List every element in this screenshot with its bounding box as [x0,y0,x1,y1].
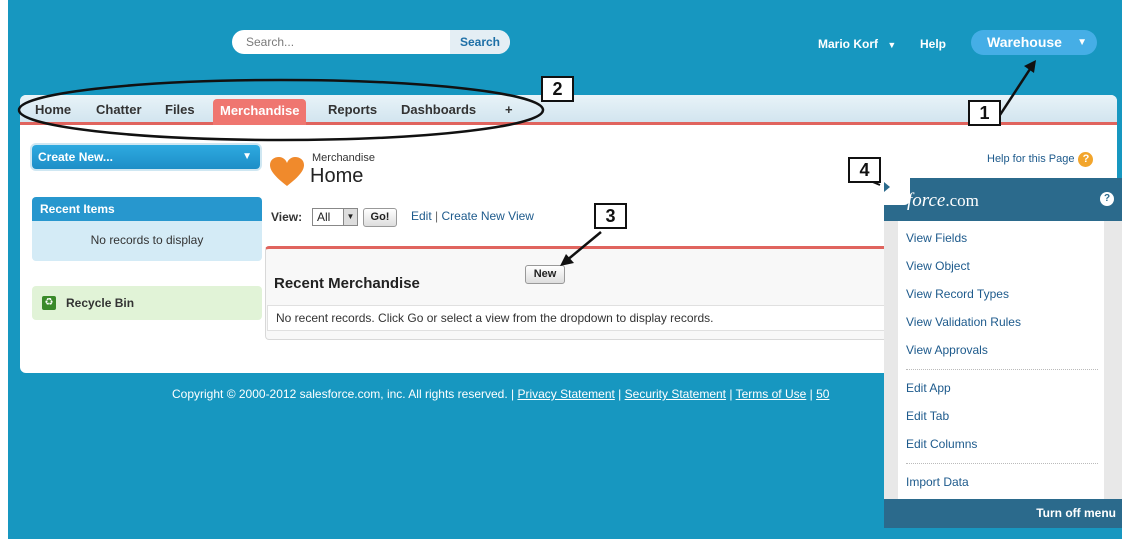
arrow-3-line [565,231,602,262]
callout-2: 2 [541,76,574,102]
tab-highlight-ellipse [17,78,545,142]
callout-4: 4 [848,157,881,183]
callout-1: 1 [968,100,1001,126]
arrow-1-line [996,65,1034,119]
callout-3: 3 [594,203,627,229]
